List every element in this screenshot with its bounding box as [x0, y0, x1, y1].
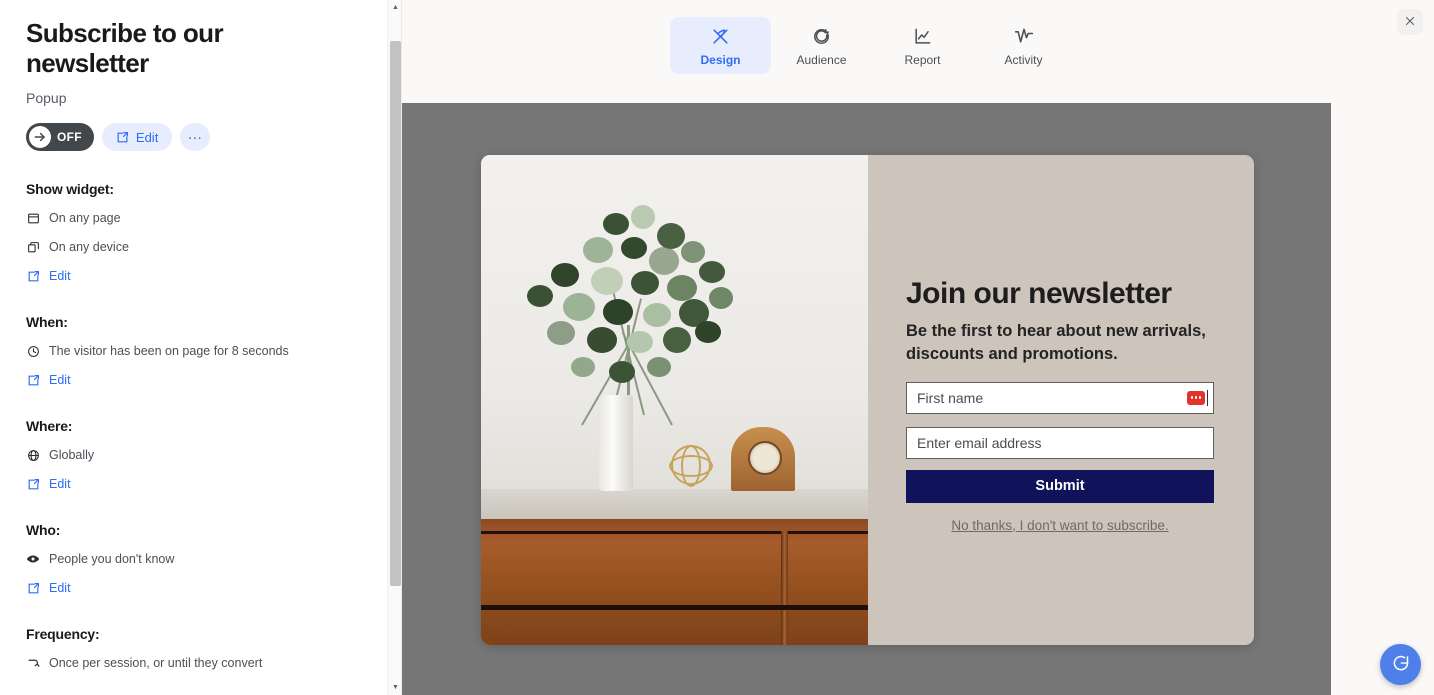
section-who: Who: People you don't know Edit	[26, 522, 376, 596]
tab-design[interactable]: Design	[670, 17, 771, 74]
scrollbar-thumb[interactable]	[390, 41, 401, 586]
clock-icon	[26, 344, 40, 358]
globe-icon	[26, 448, 40, 462]
popup-form-panel: Join our newsletter Be the first to hear…	[868, 155, 1254, 645]
eye-icon	[26, 552, 40, 566]
close-icon	[1404, 15, 1416, 30]
tab-label: Design	[700, 53, 741, 67]
row-audience: People you don't know	[26, 551, 376, 567]
page-icon	[26, 211, 40, 225]
section-title: When:	[26, 314, 68, 330]
tab-label: Report	[904, 53, 941, 67]
devices-icon	[26, 240, 40, 254]
edit-where-link[interactable]: Edit	[26, 476, 376, 492]
tab-report[interactable]: Report	[872, 17, 973, 74]
row-on-any-page: On any page	[26, 210, 376, 226]
text-cursor-badge-icon	[1187, 389, 1208, 406]
edit-link-label: Edit	[49, 581, 71, 595]
popup-heading: Join our newsletter	[906, 277, 1172, 310]
row-label: People you don't know	[49, 552, 175, 566]
widget-type-label: Popup	[26, 90, 67, 106]
edit-when-link[interactable]: Edit	[26, 372, 376, 388]
more-options-button[interactable]: …	[180, 123, 211, 151]
widget-settings-sidebar: Subscribe to our newsletter Popup OFF Ed…	[0, 0, 402, 695]
row-label: The visitor has been on page for 8 secon…	[49, 344, 289, 358]
email-input[interactable]: Enter email address	[906, 426, 1214, 459]
row-label: On any page	[49, 211, 121, 225]
close-button[interactable]	[1397, 9, 1423, 35]
preview-tabs: Design Audience Report Activity	[670, 17, 1074, 74]
preview-overlay-backdrop: Join our newsletter Be the first to hear…	[402, 103, 1331, 695]
edit-icon	[26, 373, 40, 387]
preview-panel: Design Audience Report Activity Join our…	[402, 0, 1434, 695]
tab-audience[interactable]: Audience	[771, 17, 872, 74]
edit-show-widget-link[interactable]: Edit	[26, 268, 376, 284]
sidebar-scrollbar[interactable]: ▲ ▼	[387, 0, 402, 695]
section-title: Frequency:	[26, 626, 100, 642]
widget-enable-toggle[interactable]: OFF	[26, 123, 94, 151]
popup-hero-image	[481, 155, 868, 645]
vase-illustration	[599, 395, 633, 491]
row-frequency: Once per session, or until they convert	[26, 655, 376, 671]
chat-icon	[1390, 653, 1411, 677]
row-label: On any device	[49, 240, 129, 254]
newsletter-popup-card: Join our newsletter Be the first to hear…	[481, 155, 1254, 645]
edit-icon	[116, 130, 130, 144]
dresser-illustration	[481, 519, 868, 645]
section-when: When: The visitor has been on page for 8…	[26, 314, 376, 388]
plant-illustration	[491, 175, 771, 435]
scroll-down-arrow[interactable]: ▼	[388, 680, 402, 695]
tab-activity[interactable]: Activity	[973, 17, 1074, 74]
row-trigger-time: The visitor has been on page for 8 secon…	[26, 343, 376, 359]
first-name-input[interactable]: First name	[906, 381, 1214, 414]
edit-link-label: Edit	[49, 477, 71, 491]
email-placeholder: Enter email address	[917, 434, 1042, 451]
clock-illustration	[731, 427, 795, 491]
edit-icon	[26, 477, 40, 491]
report-icon	[913, 26, 932, 46]
help-chat-button[interactable]	[1380, 644, 1421, 685]
edit-who-link[interactable]: Edit	[26, 580, 376, 596]
page-title: Subscribe to our newsletter	[26, 18, 224, 78]
popup-subheading: Be the first to hear about new arrivals,…	[906, 322, 1206, 363]
submit-button[interactable]: Submit	[906, 469, 1214, 503]
section-title: Who:	[26, 522, 61, 538]
design-icon	[711, 26, 730, 46]
toggle-state-label: OFF	[57, 130, 82, 144]
edit-link-label: Edit	[49, 373, 71, 387]
edit-widget-button[interactable]: Edit	[101, 123, 173, 151]
decline-link[interactable]: No thanks, I don't want to subscribe.	[906, 518, 1214, 533]
activity-icon	[1014, 26, 1034, 46]
section-show-widget: Show widget: On any page On any device E…	[26, 181, 376, 284]
row-location: Globally	[26, 447, 376, 463]
section-title: Show widget:	[26, 181, 114, 197]
row-on-any-device: On any device	[26, 239, 376, 255]
toggle-arrow-icon	[29, 126, 51, 148]
rings-decor-illustration	[667, 443, 719, 491]
edit-icon	[26, 269, 40, 283]
widget-actions: OFF Edit …	[26, 123, 376, 151]
first-name-placeholder: First name	[917, 389, 984, 406]
app-root: Subscribe to our newsletter Popup OFF Ed…	[0, 0, 1434, 695]
section-frequency: Frequency: Once per session, or until th…	[26, 626, 376, 671]
tab-label: Activity	[1004, 53, 1043, 67]
section-where: Where: Globally Edit	[26, 418, 376, 492]
row-label: Once per session, or until they convert	[49, 656, 263, 670]
section-title: Where:	[26, 418, 73, 434]
edit-widget-label: Edit	[135, 129, 159, 145]
row-label: Globally	[49, 448, 95, 462]
audience-icon	[812, 26, 831, 46]
tab-label: Audience	[796, 53, 847, 67]
scroll-up-arrow[interactable]: ▲	[388, 0, 402, 15]
edit-icon	[26, 581, 40, 595]
repeat-icon	[26, 656, 40, 670]
edit-link-label: Edit	[49, 269, 71, 283]
